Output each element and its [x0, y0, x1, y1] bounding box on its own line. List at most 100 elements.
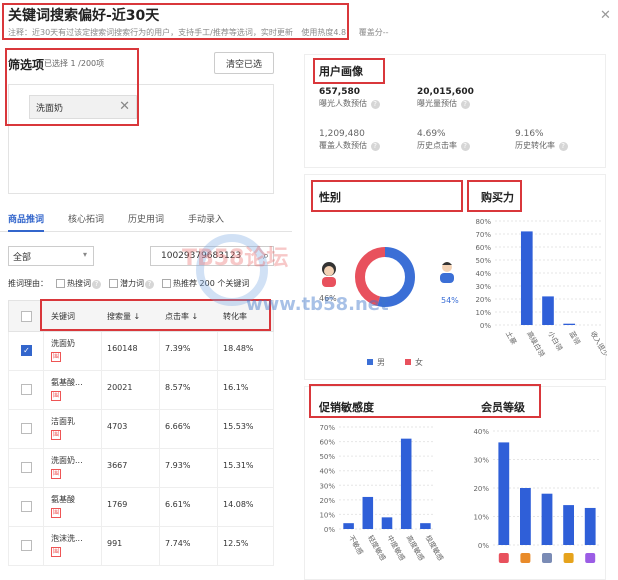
checkbox[interactable] [162, 279, 171, 288]
row-search-volume: 4703 [107, 422, 128, 431]
legend-male-swatch [367, 359, 373, 365]
reason-hot[interactable]: 热搜词? [56, 278, 101, 289]
member-level-icon [585, 553, 596, 563]
bar-0 [498, 442, 510, 545]
tab-history-words[interactable]: 历史用词 [128, 212, 164, 225]
row-checkbox[interactable]: ✓ [21, 345, 32, 356]
bar-4 [584, 507, 596, 545]
select-all-checkbox[interactable] [21, 311, 32, 322]
bar-3 [563, 505, 574, 545]
y-tick-label: 10% [319, 511, 335, 519]
checkbox[interactable] [109, 279, 118, 288]
row-checkbox[interactable] [21, 540, 32, 551]
table-row[interactable]: 泡沫洗... 围 991 7.74% 12.5% [8, 527, 274, 566]
th-keyword: 关键词 [51, 312, 75, 321]
table-row[interactable]: 氨基酸... 围 20021 8.57% 16.1% [8, 371, 274, 410]
row-keyword: 氨基酸 [51, 495, 75, 504]
row-search-volume: 20021 [107, 383, 133, 392]
y-tick-label: 40% [319, 468, 335, 476]
row-search-volume: 3667 [107, 461, 128, 470]
table-row[interactable]: ✓ 洗面奶围 160148 7.39% 18.48% [8, 332, 274, 371]
female-avatar-icon [322, 262, 336, 287]
table-row[interactable]: 洁面乳围 4703 6.66% 15.53% [8, 410, 274, 449]
tab-core-expand[interactable]: 核心拓词 [68, 212, 104, 225]
row-checkbox[interactable] [21, 384, 32, 395]
row-ctr: 6.66% [165, 422, 191, 431]
stat-label: 历史点击率 [417, 141, 457, 150]
gender-donut-chart: 46% 54% 男 女 [319, 247, 459, 367]
bar-2 [542, 296, 554, 325]
page-title: 关键词搜索偏好-近30天 [8, 8, 160, 24]
help-icon[interactable]: ? [370, 100, 380, 109]
col-divider [101, 332, 102, 371]
keyword-tag-icon: 围 [51, 508, 61, 518]
reason-potential[interactable]: 潜力词? [109, 278, 154, 289]
table-row[interactable]: 洗面奶... 围 3667 7.93% 15.31% [8, 449, 274, 488]
member-level-icon [542, 553, 552, 563]
sort-icon[interactable]: ↓ [192, 312, 199, 321]
col-divider [43, 371, 44, 410]
row-checkbox[interactable] [21, 501, 32, 512]
selected-area: 洗面奶 ✕ [8, 84, 274, 194]
purchase-power-title: 购买力 [481, 191, 514, 204]
header-note: 注释：近30天有过该定搜索词搜索行为的用户，支持手工/推荐等选词，实时更新 使用… [8, 27, 388, 38]
checkbox[interactable] [56, 279, 65, 288]
reason-recommend[interactable]: 热推荐 200 个关键词 [162, 278, 249, 289]
help-icon[interactable]: ? [145, 280, 154, 289]
x-category-label: 极度敏感 [424, 534, 446, 563]
sort-icon[interactable]: ↓ [134, 312, 141, 321]
search-value: 10029379683123 [161, 251, 242, 261]
remove-chip-icon[interactable]: ✕ [119, 99, 130, 114]
th-search-volume[interactable]: 搜索量 ↓ [107, 311, 140, 322]
reason-label: 推词理由： [8, 279, 48, 288]
col-divider [217, 527, 218, 566]
y-tick-label: 60% [475, 244, 491, 252]
col-divider [101, 488, 102, 527]
keyword-tag-icon: 围 [51, 547, 61, 557]
help-icon[interactable]: ? [370, 142, 380, 151]
selected-chip: 洗面奶 ✕ [29, 95, 137, 119]
help-icon[interactable]: ? [558, 142, 568, 151]
table-row[interactable]: 氨基酸围 1769 6.61% 14.08% [8, 488, 274, 527]
bar-3 [563, 323, 576, 325]
col-divider [217, 410, 218, 449]
header-note-text: 注释：近30天有过该定搜索词搜索行为的用户，支持手工/推荐等选词，实时更新 [8, 28, 293, 37]
help-icon[interactable]: ? [92, 280, 101, 289]
help-icon[interactable]: ? [460, 142, 470, 151]
stat-label: 覆盖人数预估 [319, 141, 367, 150]
close-icon[interactable]: ✕ [600, 8, 611, 23]
x-category-label: 高级白领 [525, 330, 547, 359]
stat-history-ctr: 4.69% 历史点击率 ? [417, 129, 470, 151]
category-select[interactable]: 全部 ▾ [8, 246, 94, 266]
reason-potential-label: 潜力词 [120, 279, 144, 288]
bar-1 [520, 488, 531, 545]
th-cvr[interactable]: 转化率 [223, 311, 247, 322]
promo-chart: 0% 10% 20% 30% 40% 50% 60% 70% 不敏感 轻度敏感中度敏感高度敏感极度… [319, 424, 446, 563]
search-icon[interactable]: ⌕ [263, 249, 269, 263]
clear-selected-button[interactable]: 清空已选 [214, 52, 274, 74]
bar-2 [381, 517, 393, 529]
tab-product-words[interactable]: 商品推词 [8, 212, 45, 232]
y-tick-label: 70% [319, 424, 335, 432]
tab-manual-input[interactable]: 手动录入 [188, 212, 224, 225]
help-icon[interactable]: ? [460, 100, 470, 109]
right-panel: 用户画像 657,580 曝光人数预估 ? 20,015,600 曝光量预估 ?… [292, 44, 618, 580]
reason-recommend-label: 热推荐 200 个关键词 [173, 279, 250, 288]
search-input[interactable]: 10029379683123 ⌕ [150, 246, 274, 266]
y-tick-label: 30% [319, 482, 335, 490]
row-ctr: 7.93% [165, 461, 191, 470]
row-keyword: 氨基酸... [51, 378, 83, 387]
row-ctr: 6.61% [165, 500, 191, 509]
member-title: 会员等级 [481, 401, 525, 414]
row-checkbox[interactable] [21, 423, 32, 434]
row-cvr: 16.1% [223, 383, 249, 392]
row-ctr: 8.57% [165, 383, 191, 392]
th-ctr[interactable]: 点击率 ↓ [165, 311, 198, 322]
purchase-power-chart: 0% 10% 20% 30% 40% 50% 60% 70% 80% 土豪 高级白领 小白领 蓝领 收入很… [475, 218, 607, 359]
x-category-label: 蓝领 [567, 330, 582, 347]
row-checkbox[interactable] [21, 462, 32, 473]
row-search-volume: 991 [107, 539, 123, 548]
left-panel: 筛选项 已选择 1 /200项 清空已选 洗面奶 ✕ 商品推词 核心拓词 历史用… [0, 44, 292, 580]
stat-cover-users: 1,209,480 覆盖人数预估 ? [319, 129, 380, 151]
row-keyword: 洁面乳 [51, 417, 75, 426]
